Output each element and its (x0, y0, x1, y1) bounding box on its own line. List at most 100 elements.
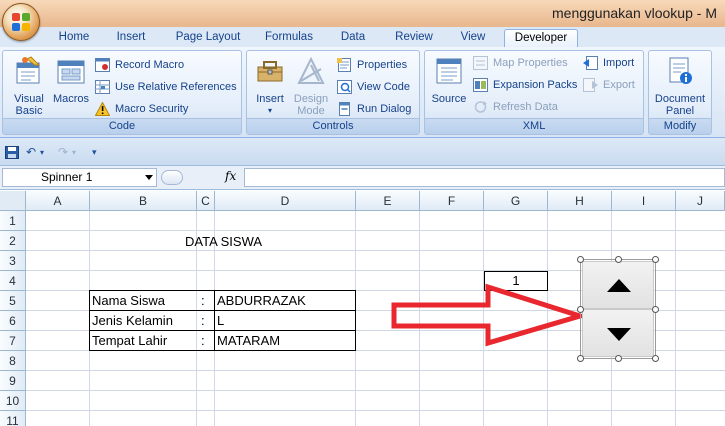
document-panel-button[interactable]: Document Panel (651, 55, 709, 117)
formula-input[interactable] (244, 168, 725, 187)
tab-data[interactable]: Data (332, 29, 374, 47)
cell-value-jenis-kelamin[interactable]: L (217, 311, 224, 330)
formula-bar-grip-icon[interactable] (161, 170, 183, 185)
resize-handle[interactable] (615, 256, 622, 263)
properties-button[interactable]: Properties (337, 56, 407, 74)
row-header-8[interactable]: 8 (0, 351, 26, 371)
expansion-packs-button[interactable]: Expansion Packs (473, 76, 577, 94)
cell-label-jenis-kelamin[interactable]: Jenis Kelamin (92, 311, 173, 330)
column-header-a[interactable]: A (26, 191, 90, 211)
group-xml-caption: XML (425, 118, 643, 134)
tab-view[interactable]: View (452, 29, 494, 47)
export-icon (583, 78, 598, 92)
column-header-j[interactable]: J (676, 191, 725, 211)
resize-handle[interactable] (652, 355, 659, 362)
undo-dropdown-icon[interactable]: ▾ (40, 148, 44, 157)
toolbox-icon (257, 61, 283, 82)
column-header-g[interactable]: G (484, 191, 548, 211)
row-header-4[interactable]: 4 (0, 271, 26, 291)
macro-security-button[interactable]: Macro Security (95, 100, 188, 118)
record-macro-button[interactable]: Record Macro (95, 56, 184, 74)
row-header-6[interactable]: 6 (0, 311, 26, 331)
insert-control-button[interactable]: Insert ▾ (251, 55, 289, 117)
run-dialog-button[interactable]: Run Dialog (337, 100, 411, 118)
view-code-label: View Code (357, 81, 410, 93)
import-label: Import (603, 57, 635, 69)
customize-toolbar-icon[interactable]: ▾ (92, 147, 97, 158)
macros-icon (57, 60, 85, 84)
column-header-f[interactable]: F (420, 191, 484, 211)
tab-page-layout[interactable]: Page Layout (168, 29, 248, 47)
row-header-5[interactable]: 5 (0, 291, 26, 311)
run-dialog-label: Run Dialog (357, 103, 412, 115)
row-header-1[interactable]: 1 (0, 211, 26, 231)
cell-colon[interactable]: : (201, 331, 205, 350)
column-header-i[interactable]: I (612, 191, 676, 211)
tab-home[interactable]: Home (52, 29, 96, 47)
resize-handle[interactable] (652, 306, 659, 313)
row-header-10[interactable]: 10 (0, 391, 26, 411)
column-header-c[interactable]: C (197, 191, 215, 211)
row-header-9[interactable]: 9 (0, 371, 26, 391)
refresh-data-button[interactable]: Refresh Data (473, 98, 558, 116)
visual-basic-button[interactable]: Visual Basic (7, 55, 51, 117)
redo-dropdown-icon[interactable]: ▾ (72, 148, 76, 157)
warning-icon (95, 102, 110, 116)
design-mode-icon (297, 56, 325, 84)
cell-colon[interactable]: : (201, 311, 205, 330)
cell-colon[interactable]: : (201, 291, 205, 310)
row-header-3[interactable]: 3 (0, 251, 26, 271)
window-title: menggunakan vlookup - M (552, 5, 717, 21)
row-header-7[interactable]: 7 (0, 331, 26, 351)
title-bar: menggunakan vlookup - M (0, 0, 725, 27)
row-header-11[interactable]: 11 (0, 411, 26, 426)
group-xml: Source Map Properties Expansion Packs Re… (424, 50, 644, 135)
column-header-e[interactable]: E (356, 191, 420, 211)
cell-label-nama-siswa[interactable]: Nama Siswa (92, 291, 165, 310)
save-icon[interactable] (5, 146, 19, 159)
row-header-2[interactable]: 2 (0, 231, 26, 251)
view-code-button[interactable]: View Code (337, 78, 410, 96)
resize-handle[interactable] (615, 355, 622, 362)
ribbon: Visual Basic Macros Record Macro Use Rel… (0, 47, 725, 138)
resize-handle[interactable] (577, 306, 584, 313)
resize-handle[interactable] (577, 355, 584, 362)
use-relative-references-button[interactable]: Use Relative References (95, 78, 237, 96)
cell-value-tempat-lahir[interactable]: MATARAM (217, 331, 280, 350)
office-logo-icon (12, 13, 31, 32)
redo-icon[interactable]: ↷ (58, 145, 68, 159)
properties-icon (337, 58, 351, 72)
tab-insert[interactable]: Insert (108, 29, 154, 47)
properties-label: Properties (357, 59, 408, 71)
tab-review[interactable]: Review (386, 29, 442, 47)
resize-handle[interactable] (652, 256, 659, 263)
undo-icon[interactable]: ↶ (26, 145, 36, 159)
cell-data-siswa-title[interactable]: DATA SISWA (185, 232, 262, 251)
column-header-b[interactable]: B (90, 191, 197, 211)
refresh-data-label: Refresh Data (493, 101, 558, 113)
select-all-corner[interactable] (0, 191, 26, 211)
export-button[interactable]: Export (583, 76, 635, 94)
design-mode-button[interactable]: Design Mode (289, 55, 333, 117)
cell-value-nama-siswa[interactable]: ABDURRAZAK (217, 291, 306, 310)
name-box[interactable]: Spinner 1 (2, 168, 157, 187)
tab-formulas[interactable]: Formulas (258, 29, 320, 47)
column-header-d[interactable]: D (215, 191, 356, 211)
insert-function-icon[interactable]: fx (225, 169, 236, 183)
column-header-h[interactable]: H (548, 191, 612, 211)
import-button[interactable]: Import (583, 54, 634, 72)
tab-developer[interactable]: Developer (504, 29, 578, 47)
worksheet-grid: A B C D E F G H I J 1 2 3 4 5 6 7 8 9 10… (0, 191, 725, 426)
cell-label-tempat-lahir[interactable]: Tempat Lahir (92, 331, 167, 350)
source-button[interactable]: Source (427, 55, 471, 105)
document-panel-icon (669, 57, 692, 84)
resize-handle[interactable] (577, 256, 584, 263)
spinner-control[interactable] (577, 256, 659, 362)
map-properties-button[interactable]: Map Properties (473, 54, 568, 72)
spinner-up-button[interactable] (582, 261, 654, 309)
use-relative-references-label: Use Relative References (115, 81, 237, 93)
office-button[interactable] (2, 3, 40, 41)
macros-button[interactable]: Macros (51, 55, 91, 105)
spinner-down-button[interactable] (582, 309, 654, 357)
name-box-dropdown-icon[interactable] (145, 175, 153, 180)
